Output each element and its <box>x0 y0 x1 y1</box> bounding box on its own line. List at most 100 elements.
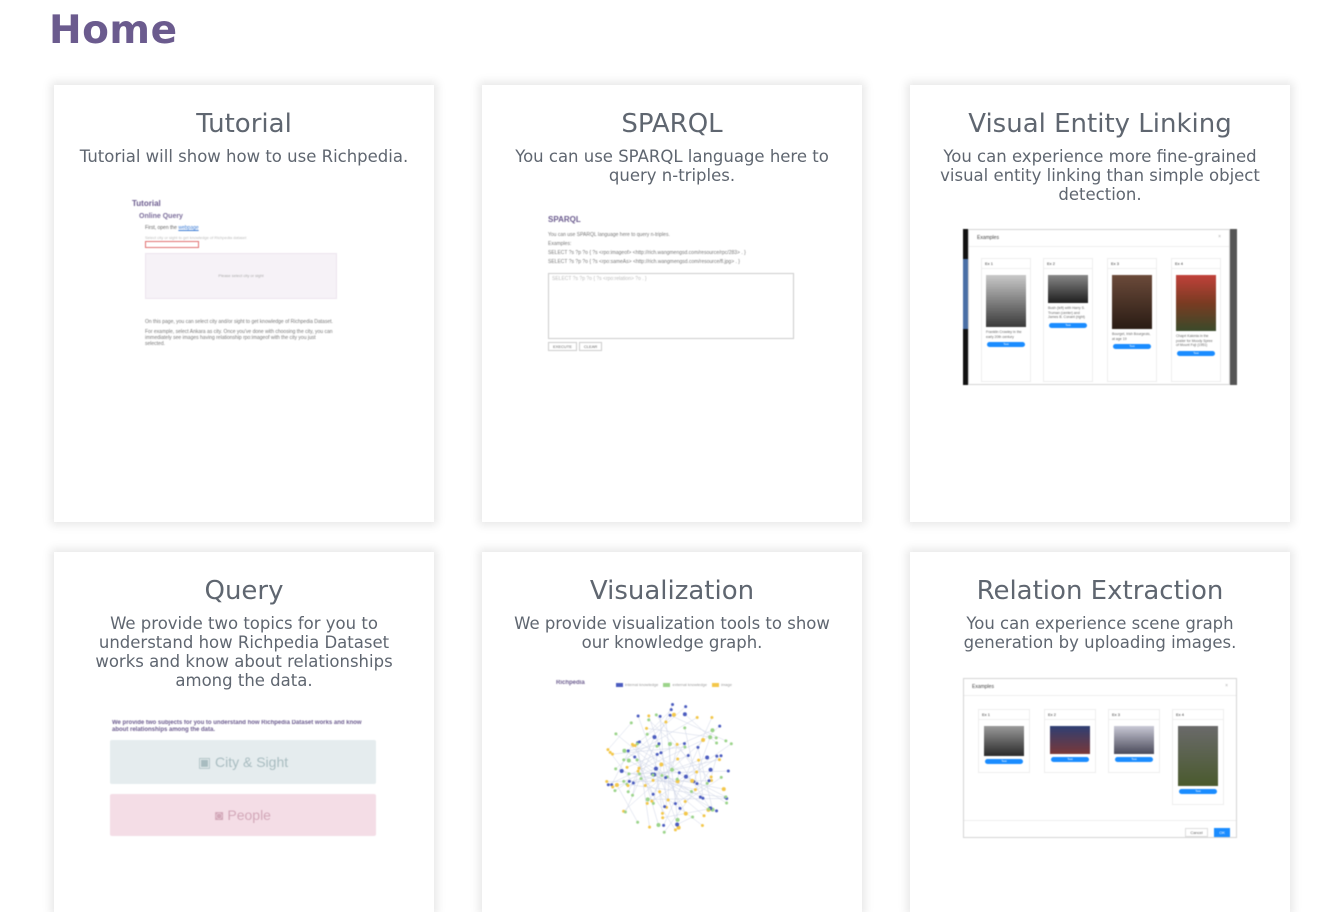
card-visual-entity-linking[interactable]: Visual Entity Linking You can experience… <box>910 85 1290 522</box>
graph-node <box>700 823 704 827</box>
card-query[interactable]: Query We provide two topics for you to u… <box>54 552 434 912</box>
card-tutorial[interactable]: Tutorial Tutorial will show how to use R… <box>54 85 434 522</box>
graph-node <box>660 774 664 778</box>
graph-node <box>645 732 649 736</box>
graph-node <box>708 735 713 740</box>
preview-people-button: ◙ People <box>110 794 376 836</box>
graph-node <box>724 739 728 743</box>
graph-node <box>729 742 733 746</box>
graph-node <box>718 724 722 728</box>
preview-execute-button: EXECUTE <box>548 342 577 351</box>
preview-example: SELECT ?s ?p ?o { ?s <rpo:sameAs> <http:… <box>548 259 740 265</box>
graph-node <box>691 815 695 819</box>
graph-node <box>707 779 711 783</box>
preview-textarea: SELECT ?s ?p ?o { ?s <rpo:relation> ?o .… <box>548 273 794 339</box>
graph-node <box>673 828 677 832</box>
graph-node <box>631 781 635 785</box>
card-title: Visual Entity Linking <box>968 109 1232 139</box>
graph-node <box>657 742 661 746</box>
graph-node <box>662 823 666 827</box>
example-photo <box>1050 726 1090 754</box>
graph-node <box>658 714 662 718</box>
card-description: You can use SPARQL language here to quer… <box>515 147 829 185</box>
graph-node <box>725 801 729 805</box>
preview-hint: Select city or sight to get knowledge of… <box>145 235 247 240</box>
close-icon: × <box>1225 683 1228 689</box>
example-card: Ex 4 Test <box>1172 709 1224 805</box>
graph-node <box>636 769 640 773</box>
graph-node <box>654 713 658 717</box>
preview-example: SELECT ?s ?p ?o { ?s <rpo:imageof> <http… <box>548 250 746 256</box>
graph-node <box>686 753 690 757</box>
graph-node <box>702 814 706 818</box>
graph-node <box>611 785 615 789</box>
card-visualization[interactable]: Visualization We provide visualization t… <box>482 552 862 912</box>
graph-node <box>664 720 668 724</box>
graph-node <box>675 742 679 746</box>
graph-node <box>627 772 631 776</box>
card-relation-extraction[interactable]: Relation Extraction You can experience s… <box>910 552 1290 912</box>
graph-node <box>651 792 655 796</box>
preview-cancel-button: Cancel <box>1185 828 1208 837</box>
test-button: Test <box>1177 350 1215 356</box>
graph-edge <box>647 798 727 800</box>
graph-node <box>663 805 667 809</box>
graph-node <box>701 796 705 800</box>
test-button: Test <box>1115 757 1153 762</box>
example-photo <box>1112 275 1152 329</box>
graph-node <box>719 754 723 758</box>
example-photo <box>1176 275 1216 331</box>
graph-node <box>658 790 662 794</box>
graph-node <box>647 714 651 718</box>
graph-node <box>701 738 706 743</box>
graph-node <box>695 770 699 774</box>
graph-node <box>690 790 694 794</box>
graph-node <box>683 800 687 804</box>
example-photo <box>986 275 1026 327</box>
graph-node <box>626 758 631 763</box>
graph-node <box>655 752 659 756</box>
card-description: You can experience scene graph generatio… <box>963 614 1237 652</box>
graph-node <box>705 755 710 760</box>
card-title: Visualization <box>589 576 755 606</box>
card-description: Tutorial will show how to use Richpedia. <box>79 147 409 166</box>
graph-node <box>631 793 635 797</box>
preview-paragraph: For example, select Ankara as city. Once… <box>145 329 333 347</box>
visualization-preview-image: Richpedia internal knowledge external kn… <box>482 680 862 840</box>
graph-node <box>643 784 647 788</box>
graph-node <box>653 766 658 771</box>
preview-select <box>145 241 199 248</box>
graph-node <box>614 783 619 788</box>
graph-node <box>623 810 627 814</box>
preview-ok-button: OK <box>1214 828 1230 837</box>
example-card: Ex 2 Test <box>1044 709 1096 773</box>
graph-node <box>717 758 721 762</box>
graph-node <box>683 774 688 779</box>
graph-node <box>648 825 652 829</box>
graph-edge <box>607 722 632 750</box>
preview-paragraph: On this page, you can select city and/or… <box>145 319 333 325</box>
example-card: Ex 3 Bourget, Irish Bourgeois, at age 19… <box>1107 258 1157 382</box>
preview-modal-header: Examples × <box>964 679 1236 696</box>
test-button: Test <box>1049 322 1087 328</box>
card-sparql[interactable]: SPARQL You can use SPARQL language here … <box>482 85 862 522</box>
graph-node <box>682 712 687 717</box>
graph-node <box>695 715 699 719</box>
graph-node <box>683 726 687 730</box>
graph-node <box>614 732 618 736</box>
graph-node <box>671 712 676 717</box>
example-card: Ex 2 Bush (left) with Harry S. Truman (c… <box>1043 258 1093 382</box>
test-button: Test <box>987 342 1025 347</box>
graph-node <box>651 778 655 782</box>
preview-step: First, open the webpage <box>145 225 199 231</box>
graph-node <box>627 779 631 783</box>
close-icon: × <box>1218 234 1221 240</box>
graph-node <box>683 811 688 816</box>
graph-node <box>630 742 634 746</box>
graph-node <box>677 771 681 775</box>
graph-node <box>724 795 728 799</box>
card-title: SPARQL <box>621 109 723 139</box>
graph-node <box>625 765 629 769</box>
knowledge-graph <box>605 703 733 834</box>
graph-node <box>683 745 687 749</box>
